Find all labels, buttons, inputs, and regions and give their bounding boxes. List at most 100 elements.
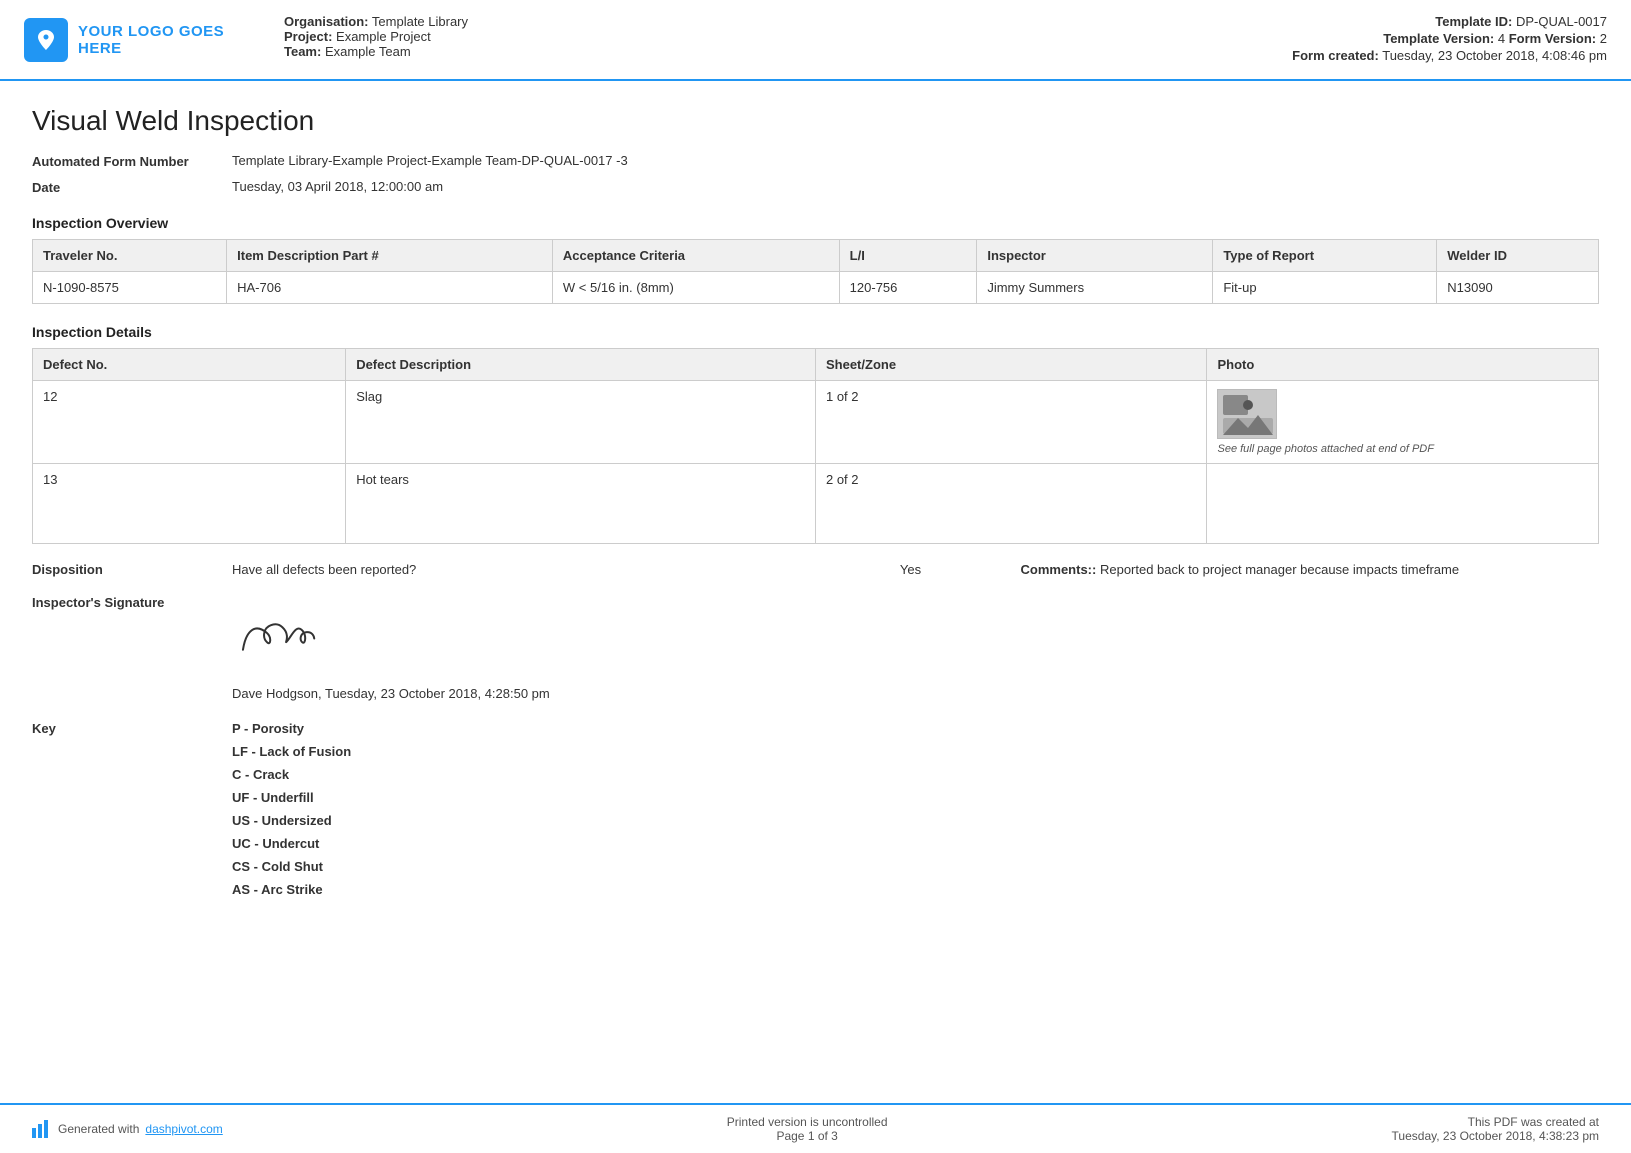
org-value: Template Library	[372, 14, 468, 29]
col-photo: Photo	[1207, 349, 1599, 381]
team-line: Team: Example Team	[284, 44, 1252, 59]
org-label: Organisation:	[284, 14, 369, 29]
col-traveler-no: Traveler No.	[33, 240, 227, 272]
li-cell: 120-756	[839, 272, 977, 304]
photo-td: See full page photos attached at end of …	[1207, 381, 1599, 464]
inspection-overview-table: Traveler No. Item Description Part # Acc…	[32, 239, 1599, 304]
logo-icon	[24, 18, 68, 62]
key-item: P - Porosity	[232, 721, 351, 736]
photo-cell: See full page photos attached at end of …	[1217, 389, 1588, 455]
defect-description-cell: Hot tears	[346, 464, 816, 544]
form-version-value: 2	[1600, 31, 1607, 46]
inspection-overview-title: Inspection Overview	[32, 215, 1599, 231]
signature-svg	[230, 599, 365, 670]
project-value: Example Project	[336, 29, 431, 44]
key-items-list: P - Porosity LF - Lack of Fusion C - Crack…	[232, 721, 351, 897]
project-label: Project:	[284, 29, 332, 44]
team-value: Example Team	[325, 44, 411, 59]
col-li: L/I	[839, 240, 977, 272]
col-item-description: Item Description Part #	[227, 240, 553, 272]
details-header-row: Defect No. Defect Description Sheet/Zone…	[33, 349, 1599, 381]
sheet-zone-cell: 1 of 2	[815, 381, 1207, 464]
form-created-line: Form created: Tuesday, 23 October 2018, …	[1292, 48, 1607, 63]
signature-label: Inspector's Signature	[32, 595, 232, 610]
team-label: Team:	[284, 44, 321, 59]
signature-row: Inspector's Signature Dave Hodgson, Tues…	[32, 595, 1599, 701]
table-row: N-1090-8575 HA-706 W < 5/16 in. (8mm) 12…	[33, 272, 1599, 304]
footer-center-line1: Printed version is uncontrolled	[727, 1115, 888, 1129]
item-description-cell: HA-706	[227, 272, 553, 304]
page-title: Visual Weld Inspection	[32, 105, 1599, 137]
inspector-cell: Jimmy Summers	[977, 272, 1213, 304]
key-label: Key	[32, 721, 232, 736]
template-version-label: Template Version:	[1383, 31, 1494, 46]
comments-value: Reported back to project manager because…	[1100, 562, 1459, 577]
inspection-details-table: Defect No. Defect Description Sheet/Zone…	[32, 348, 1599, 544]
footer-center-line2: Page 1 of 3	[727, 1129, 888, 1143]
template-version-line: Template Version: 4 Form Version: 2	[1292, 31, 1607, 46]
project-line: Project: Example Project	[284, 29, 1252, 44]
key-item: CS - Cold Shut	[232, 859, 351, 874]
sheet-zone-cell: 2 of 2	[815, 464, 1207, 544]
col-type-of-report: Type of Report	[1213, 240, 1437, 272]
photo-caption: See full page photos attached at end of …	[1217, 443, 1433, 455]
footer-right-line2: Tuesday, 23 October 2018, 4:38:23 pm	[1392, 1129, 1599, 1143]
signature-image	[229, 589, 366, 683]
disposition-label: Disposition	[32, 562, 232, 577]
template-id-value: DP-QUAL-0017	[1516, 14, 1607, 29]
table-header-row: Traveler No. Item Description Part # Acc…	[33, 240, 1599, 272]
col-defect-no: Defect No.	[33, 349, 346, 381]
footer-right-line1: This PDF was created at	[1392, 1115, 1599, 1129]
inspection-details-title: Inspection Details	[32, 324, 1599, 340]
key-item: UF - Underfill	[232, 790, 351, 805]
welder-id-cell: N13090	[1437, 272, 1599, 304]
col-welder-id: Welder ID	[1437, 240, 1599, 272]
template-id-line: Template ID: DP-QUAL-0017	[1292, 14, 1607, 29]
date-field: Date Tuesday, 03 April 2018, 12:00:00 am	[32, 179, 1599, 195]
footer-link[interactable]: dashpivot.com	[145, 1122, 222, 1136]
key-row: Key P - Porosity LF - Lack of Fusion C - C…	[32, 721, 1599, 897]
defect-no-cell: 13	[33, 464, 346, 544]
footer-center: Printed version is uncontrolled Page 1 o…	[727, 1115, 888, 1143]
header-template-info: Template ID: DP-QUAL-0017 Template Versi…	[1292, 14, 1607, 65]
key-item: US - Undersized	[232, 813, 351, 828]
signature-area: Dave Hodgson, Tuesday, 23 October 2018, …	[232, 595, 550, 701]
footer-right: This PDF was created at Tuesday, 23 Octo…	[1392, 1115, 1599, 1143]
main-content: Visual Weld Inspection Automated Form Nu…	[0, 81, 1631, 1001]
page-footer: Generated with dashpivot.com Printed ver…	[0, 1103, 1631, 1153]
defect-description-cell: Slag	[346, 381, 816, 464]
key-item: LF - Lack of Fusion	[232, 744, 351, 759]
form-created-value: Tuesday, 23 October 2018, 4:08:46 pm	[1382, 48, 1607, 63]
form-number-field: Automated Form Number Template Library-E…	[32, 153, 1599, 169]
header-org-info: Organisation: Template Library Project: …	[244, 14, 1292, 65]
org-line: Organisation: Template Library	[284, 14, 1252, 29]
col-defect-description: Defect Description	[346, 349, 816, 381]
table-row: 13 Hot tears 2 of 2	[33, 464, 1599, 544]
form-created-label: Form created:	[1292, 48, 1379, 63]
acceptance-criteria-cell: W < 5/16 in. (8mm)	[552, 272, 839, 304]
footer-left: Generated with dashpivot.com	[32, 1120, 223, 1138]
date-value: Tuesday, 03 April 2018, 12:00:00 am	[232, 179, 443, 194]
signature-signer-name: Dave Hodgson, Tuesday, 23 October 2018, …	[232, 686, 550, 701]
key-item: AS - Arc Strike	[232, 882, 351, 897]
key-item: C - Crack	[232, 767, 351, 782]
form-version-label: Form Version:	[1509, 31, 1596, 46]
disposition-comments: Comments:: Reported back to project mana…	[1011, 562, 1600, 577]
page-header: YOUR LOGO GOES HERE Organisation: Templa…	[0, 0, 1631, 81]
template-id-label: Template ID:	[1435, 14, 1512, 29]
photo-td	[1207, 464, 1599, 544]
disposition-row: Disposition Have all defects been report…	[32, 562, 1599, 577]
date-label: Date	[32, 179, 232, 195]
col-acceptance-criteria: Acceptance Criteria	[552, 240, 839, 272]
footer-logo-icon	[32, 1120, 52, 1138]
key-item: UC - Undercut	[232, 836, 351, 851]
col-inspector: Inspector	[977, 240, 1213, 272]
disposition-answer: Yes	[811, 562, 1011, 577]
defect-no-cell: 12	[33, 381, 346, 464]
disposition-question: Have all defects been reported?	[232, 562, 811, 577]
col-sheet-zone: Sheet/Zone	[815, 349, 1207, 381]
form-number-value: Template Library-Example Project-Example…	[232, 153, 628, 168]
type-of-report-cell: Fit-up	[1213, 272, 1437, 304]
traveler-no-cell: N-1090-8575	[33, 272, 227, 304]
logo-section: YOUR LOGO GOES HERE	[24, 14, 244, 65]
